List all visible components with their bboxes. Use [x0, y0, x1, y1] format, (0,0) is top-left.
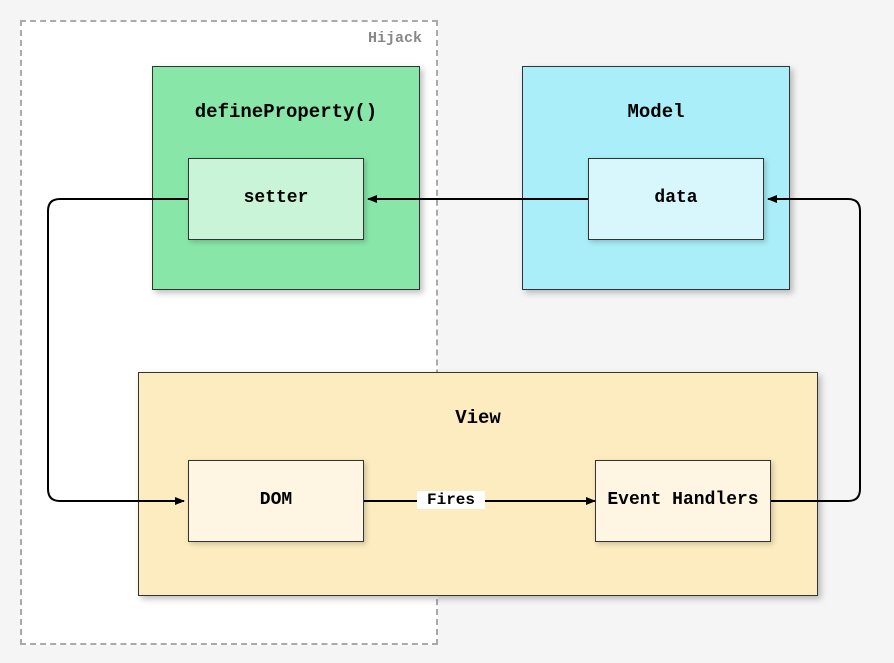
- defineproperty-title: defineProperty(): [153, 101, 419, 123]
- fires-edge-label: Fires: [417, 491, 485, 509]
- diagram-canvas: Hijack defineProperty() setter Model dat…: [0, 0, 894, 663]
- dom-box: DOM: [188, 460, 364, 542]
- model-title: Model: [523, 101, 789, 123]
- hijack-label: Hijack: [368, 30, 422, 47]
- setter-box: setter: [188, 158, 364, 240]
- data-box: data: [588, 158, 764, 240]
- view-title: View: [139, 407, 817, 429]
- event-handlers-box: Event Handlers: [595, 460, 771, 542]
